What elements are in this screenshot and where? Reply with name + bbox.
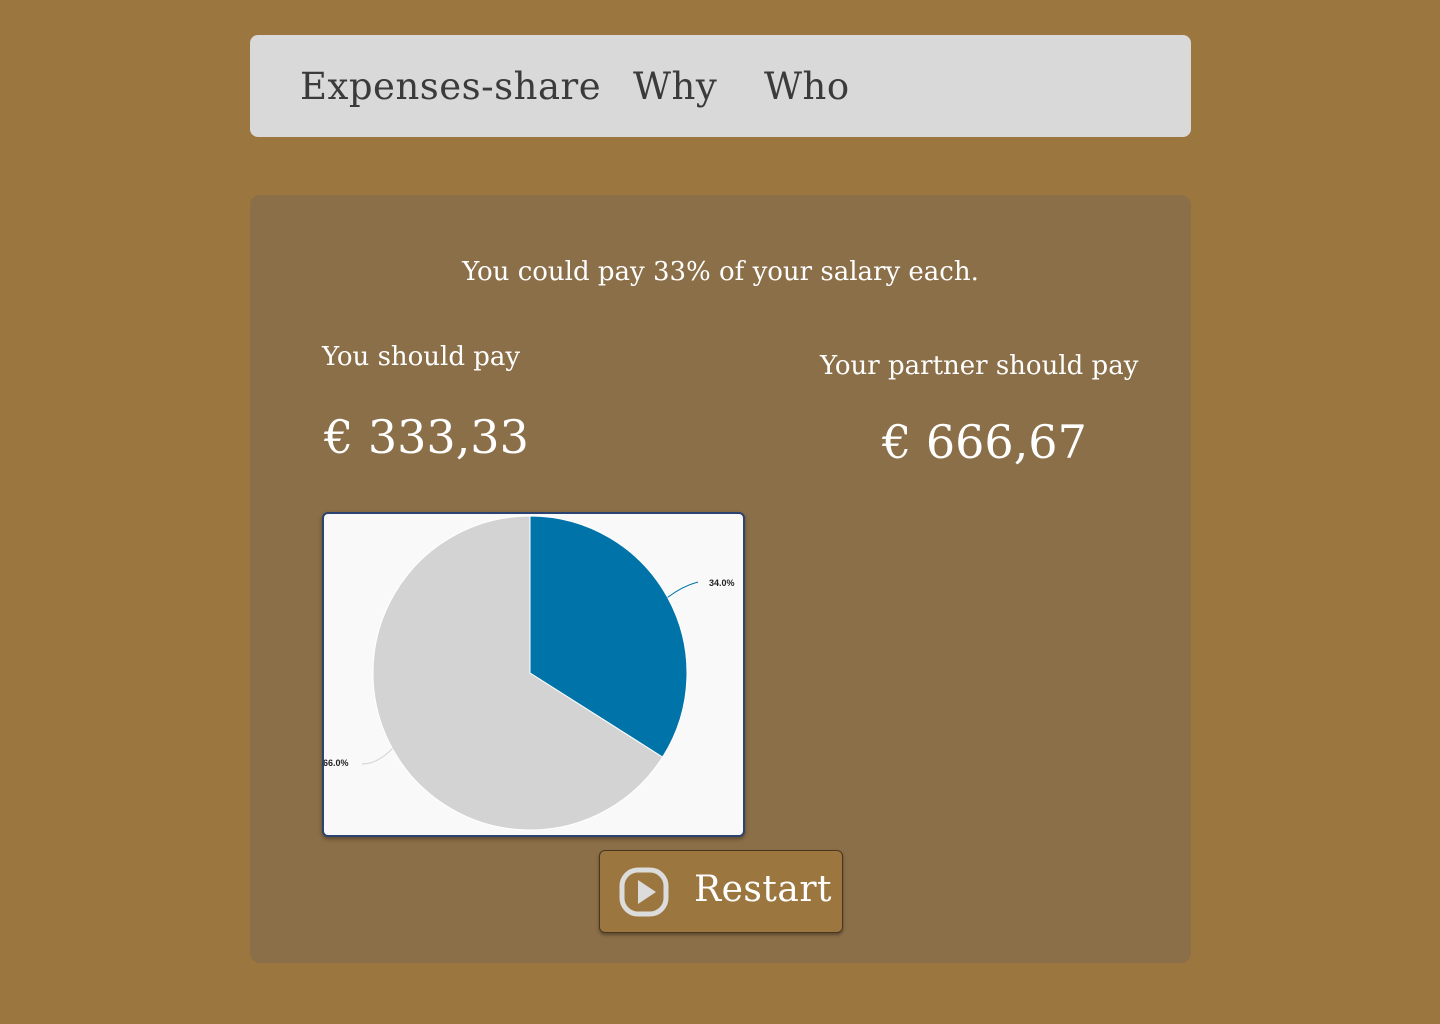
- restart-button[interactable]: Restart: [599, 850, 843, 933]
- restart-label: Restart: [694, 869, 832, 910]
- pie-chart-svg: 34.0% 66.0%: [324, 515, 735, 831]
- summary-text: You could pay 33% of your salary each.: [462, 257, 979, 287]
- partner-should-pay-amount: € 666,67: [882, 415, 1087, 469]
- result-card: You could pay 33% of your salary each. Y…: [250, 195, 1191, 963]
- pie-label-connector: [667, 581, 699, 598]
- play-circle-icon: [619, 867, 669, 917]
- partner-should-pay-label: Your partner should pay: [820, 351, 1139, 381]
- top-nav: Expenses-share Why Who: [250, 35, 1191, 137]
- you-should-pay-amount: € 333,33: [324, 410, 529, 464]
- pie-data-label: 66.0%: [324, 758, 349, 768]
- nav-item-why[interactable]: Why: [633, 65, 717, 108]
- you-should-pay-label: You should pay: [322, 342, 521, 372]
- pie-chart: 34.0% 66.0%: [322, 512, 745, 837]
- nav-item-expenses-share[interactable]: Expenses-share: [300, 65, 601, 108]
- pie-label-connector: [361, 748, 393, 765]
- pie-data-label: 34.0%: [709, 578, 735, 588]
- nav-item-who[interactable]: Who: [764, 65, 850, 108]
